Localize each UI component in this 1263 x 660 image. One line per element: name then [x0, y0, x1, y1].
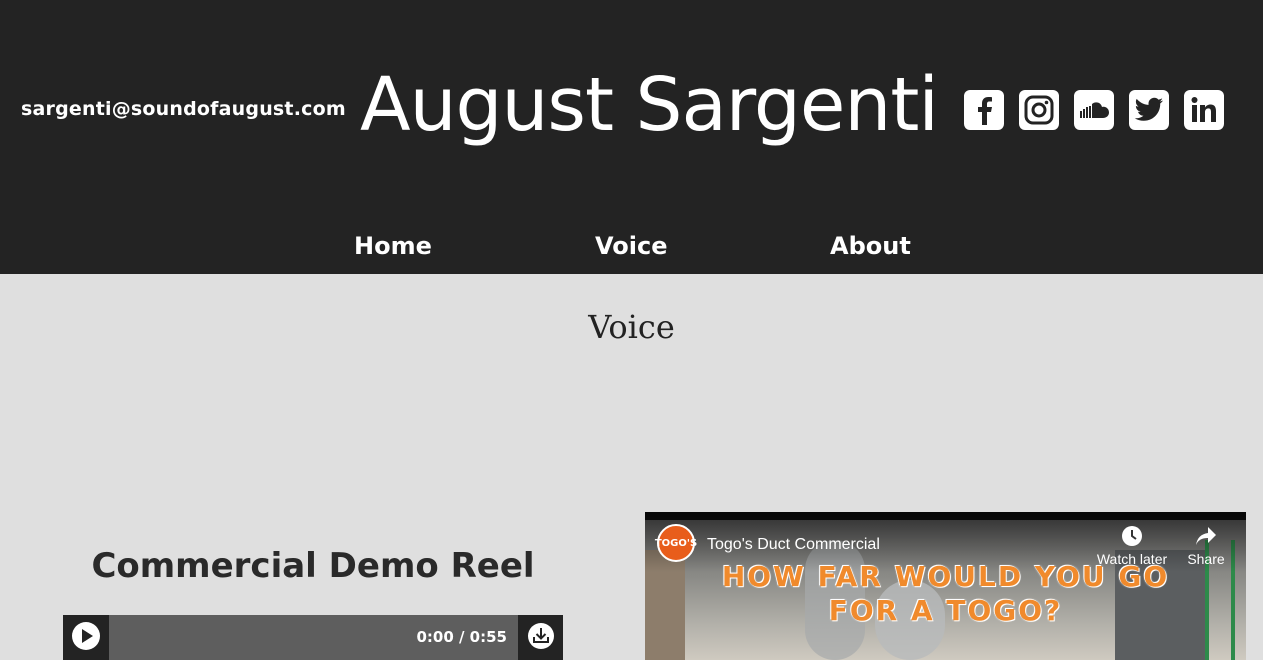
- site-title[interactable]: August Sargenti: [360, 62, 939, 148]
- nav-voice[interactable]: Voice: [595, 232, 667, 260]
- twitter-button[interactable]: [1129, 90, 1169, 130]
- social-links: [964, 90, 1224, 130]
- linkedin-button[interactable]: [1184, 90, 1224, 130]
- email-link[interactable]: sargenti@soundofaugust.com: [21, 98, 346, 120]
- soundcloud-button[interactable]: [1074, 90, 1114, 130]
- instagram-button[interactable]: [1019, 90, 1059, 130]
- soundcloud-icon: [1078, 100, 1110, 120]
- page-title: Voice: [588, 308, 675, 346]
- video-overlay-line2: FOR A TOGO?: [828, 594, 1063, 627]
- linkedin-icon: [1189, 95, 1219, 125]
- share-icon: [1166, 524, 1246, 548]
- facebook-button[interactable]: [964, 90, 1004, 130]
- player-time: 0:00 / 0:55: [416, 628, 507, 646]
- audio-player: 0:00 / 0:55: [63, 615, 563, 660]
- channel-logo[interactable]: TOGO'S: [655, 524, 697, 562]
- reel-title: Commercial Demo Reel: [91, 546, 535, 586]
- facebook-icon: [975, 95, 993, 125]
- nav-home[interactable]: Home: [354, 232, 432, 260]
- video-embed[interactable]: TOGO'S Togo's Duct Commercial Watch late…: [645, 512, 1246, 660]
- main-nav: Home Voice About: [0, 232, 1263, 268]
- video-title[interactable]: Togo's Duct Commercial: [707, 536, 880, 554]
- play-button[interactable]: [63, 615, 109, 660]
- download-button[interactable]: [518, 615, 563, 660]
- site-header: sargenti@soundofaugust.com August Sargen…: [0, 0, 1263, 274]
- instagram-icon: [1024, 95, 1054, 125]
- download-icon: [527, 622, 555, 654]
- video-overlay-line1: HOW FAR WOULD YOU GO: [721, 560, 1170, 593]
- play-icon: [71, 621, 101, 655]
- twitter-icon: [1134, 97, 1164, 123]
- clock-icon: [1092, 524, 1172, 548]
- nav-about[interactable]: About: [830, 232, 911, 260]
